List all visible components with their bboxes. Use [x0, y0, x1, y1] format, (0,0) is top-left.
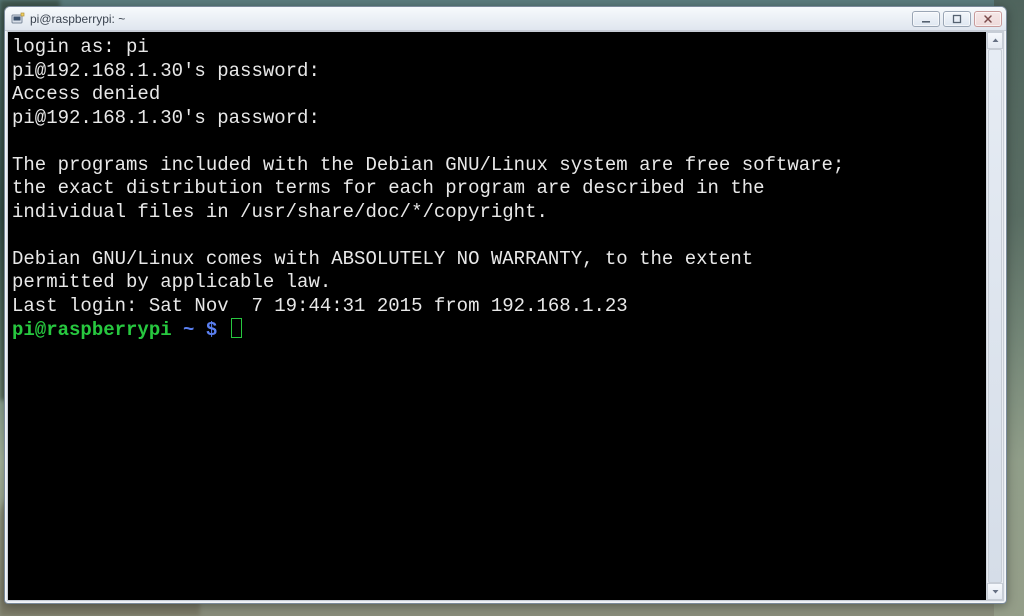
window-controls: [912, 11, 1002, 27]
terminal-line: Last login: Sat Nov 7 19:44:31 2015 from…: [12, 295, 628, 317]
putty-window: pi@raspberrypi: ~ login as: pi pi@192.16…: [4, 6, 1007, 604]
terminal-cursor: [231, 318, 242, 338]
terminal-line: the exact distribution terms for each pr…: [12, 177, 765, 199]
terminal-line: Access denied: [12, 83, 160, 105]
terminal-line: Debian GNU/Linux comes with ABSOLUTELY N…: [12, 248, 753, 270]
prompt-symbol: $: [206, 319, 229, 341]
scroll-track[interactable]: [987, 49, 1003, 583]
terminal-line: The programs included with the Debian GN…: [12, 154, 844, 176]
client-area: login as: pi pi@192.168.1.30's password:…: [7, 31, 1004, 601]
terminal-line: permitted by applicable law.: [12, 271, 331, 293]
close-button[interactable]: [974, 11, 1002, 27]
terminal[interactable]: login as: pi pi@192.168.1.30's password:…: [8, 32, 986, 600]
maximize-button[interactable]: [943, 11, 971, 27]
putty-icon: [11, 12, 25, 26]
terminal-line: pi@192.168.1.30's password:: [12, 60, 320, 82]
prompt-user-host: pi@raspberrypi: [12, 319, 172, 341]
window-title: pi@raspberrypi: ~: [30, 12, 125, 26]
scroll-up-button[interactable]: [987, 32, 1003, 49]
titlebar[interactable]: pi@raspberrypi: ~: [5, 7, 1006, 31]
minimize-button[interactable]: [912, 11, 940, 27]
terminal-line: pi@192.168.1.30's password:: [12, 107, 320, 129]
prompt-cwd: ~: [172, 319, 206, 341]
vertical-scrollbar[interactable]: [986, 32, 1003, 600]
scroll-thumb[interactable]: [988, 49, 1002, 583]
terminal-line: login as: pi: [12, 36, 149, 58]
terminal-line: individual files in /usr/share/doc/*/cop…: [12, 201, 548, 223]
scroll-down-button[interactable]: [987, 583, 1003, 600]
